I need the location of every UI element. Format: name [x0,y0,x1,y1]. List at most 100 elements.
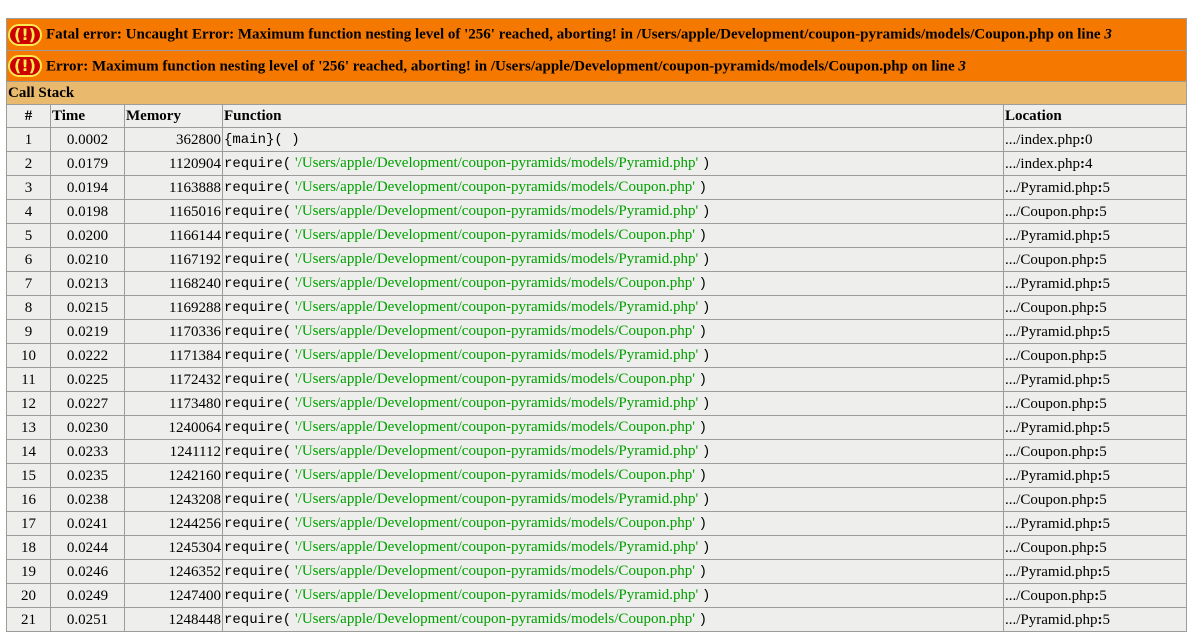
row-function: require( '/Users/apple/Development/coupo… [222,559,1004,585]
row-function: require( '/Users/apple/Development/coupo… [222,511,1004,537]
row-index: 15 [6,463,51,489]
error-exclamation-icon: (!) [8,23,42,46]
table-row: 15 0.0235 1242160 require( '/Users/apple/De… [6,463,1188,489]
row-memory: 1167192 [124,247,223,273]
fatal-error-message: Fatal error: Uncaught Error: Maximum fun… [46,26,1101,43]
row-function: require( '/Users/apple/Development/coupo… [222,223,1004,249]
table-row: 8 0.0215 1169288 require( '/Users/apple/Dev… [6,295,1188,321]
row-location: .../Pyramid.php:5 [1002,511,1188,537]
function-name: require( [224,156,292,173]
location-file: .../Pyramid.php [1005,227,1098,244]
function-close-paren: ) [701,348,711,365]
function-name: require( [224,180,292,197]
row-memory: 1240064 [124,415,223,441]
row-index: 10 [6,343,51,369]
location-file: .../Pyramid.php [1005,467,1098,484]
row-time: 0.0219 [50,319,125,345]
row-time: 0.0241 [50,511,125,537]
location-line: 5 [1099,251,1107,268]
call-stack-header-row: # Time Memory Function Location [6,104,1188,129]
function-argument: '/Users/apple/Development/coupon-pyramid… [294,275,695,292]
row-location: .../Coupon.php:5 [1002,295,1188,321]
function-close-paren: ) [701,252,711,269]
location-line: 5 [1102,563,1111,580]
row-time: 0.0210 [50,247,125,273]
function-argument: '/Users/apple/Development/coupon-pyramid… [294,491,699,508]
location-line: 5 [1099,587,1107,604]
location-file: .../Pyramid.php [1005,611,1098,628]
row-memory: 1245304 [124,535,223,561]
location-line: 0 [1085,131,1093,148]
function-argument: '/Users/apple/Development/coupon-pyramid… [294,155,699,172]
table-row: 6 0.0210 1167192 require( '/Users/apple/Dev… [6,247,1188,273]
function-name: require( [224,444,292,461]
table-row: 7 0.0213 1168240 require( '/Users/apple/Dev… [6,271,1188,297]
row-index: 13 [6,415,51,441]
row-function: {main}( ) [222,127,1004,153]
location-file: .../Coupon.php [1005,443,1095,460]
row-location: .../Pyramid.php:5 [1002,415,1188,441]
row-function: require( '/Users/apple/Development/coupo… [222,439,1004,465]
function-name: require( [224,564,292,581]
function-name: require( [224,468,292,485]
row-function: require( '/Users/apple/Development/coupo… [222,295,1004,321]
row-memory: 1169288 [124,295,223,321]
row-time: 0.0249 [50,583,125,609]
row-index: 14 [6,439,51,465]
function-name: require( [224,204,292,221]
error-table: (!) Fatal error: Uncaught Error: Maximum … [5,18,1188,632]
function-argument: '/Users/apple/Development/coupon-pyramid… [294,563,695,580]
location-line: 5 [1102,467,1111,484]
fatal-error-row: (!) Fatal error: Uncaught Error: Maximum … [5,18,1188,51]
function-close-paren: ) [698,612,708,629]
row-index: 4 [6,199,51,225]
function-argument: '/Users/apple/Development/coupon-pyramid… [294,371,695,388]
row-memory: 1171384 [124,343,223,369]
row-time: 0.0213 [50,271,125,297]
row-index: 7 [6,271,51,297]
row-function: require( '/Users/apple/Development/coupo… [222,463,1004,489]
function-close-paren: ) [701,444,711,461]
row-function: require( '/Users/apple/Development/coupo… [222,247,1004,273]
location-line: 5 [1099,299,1107,316]
header-location: Location [1002,104,1188,129]
fatal-error-line: 3 [1104,26,1112,43]
function-close-paren: ) [698,420,708,437]
row-time: 0.0246 [50,559,125,585]
row-location: .../Pyramid.php:5 [1002,367,1188,393]
location-line: 5 [1102,371,1111,388]
row-function: require( '/Users/apple/Development/coupo… [222,175,1004,201]
function-name: require( [224,420,292,437]
function-name: require( [224,396,292,413]
function-name: require( [224,612,292,629]
row-time: 0.0200 [50,223,125,249]
row-time: 0.0238 [50,487,125,513]
location-file: .../Coupon.php [1005,491,1095,508]
table-row: 11 0.0225 1172432 require( '/Users/apple/De… [6,367,1188,393]
function-argument: '/Users/apple/Development/coupon-pyramid… [294,227,695,244]
row-index: 18 [6,535,51,561]
function-argument: '/Users/apple/Development/coupon-pyramid… [294,587,699,604]
row-memory: 1244256 [124,511,223,537]
table-row: 20 0.0249 1247400 require( '/Users/apple/De… [6,583,1188,609]
table-row: 1 0.0002 362800 {main}( ) .../index.php:0 [6,127,1188,153]
row-time: 0.0233 [50,439,125,465]
function-close-paren: ) [701,492,711,509]
row-time: 0.0227 [50,391,125,417]
location-file: .../Coupon.php [1005,299,1095,316]
header-memory: Memory [124,104,223,129]
row-function: require( '/Users/apple/Development/coupo… [222,151,1004,177]
row-memory: 1120904 [124,151,223,177]
function-name: require( [224,372,292,389]
row-function: require( '/Users/apple/Development/coupo… [222,343,1004,369]
function-close-paren: ) [701,156,711,173]
row-location: .../Coupon.php:5 [1002,535,1188,561]
function-name: require( [224,588,292,605]
row-time: 0.0198 [50,199,125,225]
function-argument: '/Users/apple/Development/coupon-pyramid… [294,395,699,412]
table-row: 5 0.0200 1166144 require( '/Users/apple/Dev… [6,223,1188,249]
row-time: 0.0230 [50,415,125,441]
row-memory: 1166144 [124,223,223,249]
row-function: require( '/Users/apple/Development/coupo… [222,199,1004,225]
function-close-paren: ) [698,324,708,341]
